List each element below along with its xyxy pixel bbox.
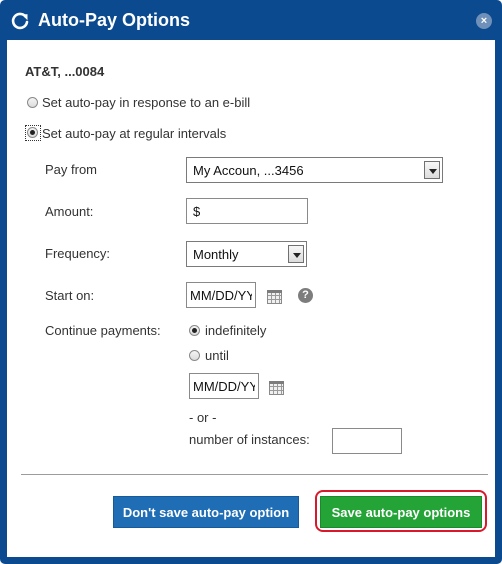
radio-intervals-mode[interactable] — [27, 127, 38, 138]
radio-until[interactable] — [189, 350, 200, 361]
radio-intervals-label: Set auto-pay at regular intervals — [42, 126, 227, 141]
help-icon[interactable]: ? — [298, 288, 313, 303]
radio-indefinitely[interactable] — [189, 325, 200, 336]
divider — [21, 474, 488, 475]
dont-save-button[interactable]: Don't save auto-pay option — [113, 496, 299, 528]
pay-from-select[interactable]: My Accoun, ...3456 — [186, 157, 443, 183]
pay-from-value: My Accoun, ...3456 — [193, 163, 304, 178]
pay-from-label: Pay from — [45, 162, 98, 177]
or-separator: - or - — [189, 410, 217, 425]
instances-label: number of instances: — [189, 432, 310, 447]
continue-payments-label: Continue payments: — [45, 323, 161, 338]
amount-input[interactable] — [186, 198, 308, 224]
radio-ebill-mode[interactable] — [27, 97, 38, 108]
end-date-input[interactable] — [189, 373, 259, 399]
dialog-title: Auto-Pay Options — [38, 10, 190, 30]
frequency-value: Monthly — [193, 247, 239, 262]
start-date-input[interactable] — [186, 282, 256, 308]
close-icon[interactable]: × — [476, 13, 492, 29]
radio-indefinitely-label: indefinitely — [205, 323, 267, 338]
radio-ebill-label: Set auto-pay in response to an e-bill — [42, 95, 251, 110]
frequency-label: Frequency: — [45, 246, 111, 261]
start-on-label: Start on: — [45, 288, 95, 303]
chevron-down-icon — [288, 245, 304, 263]
auto-pay-dialog: Auto-Pay Options × AT&T, ...0084 Set aut… — [0, 0, 502, 564]
frequency-select[interactable]: Monthly — [186, 241, 307, 267]
calendar-icon[interactable] — [267, 290, 282, 304]
save-button[interactable]: Save auto-pay options — [320, 496, 482, 528]
refresh-icon — [11, 12, 29, 30]
account-name: AT&T, ...0084 — [25, 64, 105, 79]
dialog-body: AT&T, ...0084 Set auto-pay in response t… — [7, 40, 495, 557]
radio-until-label: until — [205, 348, 229, 363]
amount-label: Amount: — [45, 204, 94, 219]
dialog-titlebar: Auto-Pay Options × — [0, 0, 502, 40]
chevron-down-icon — [424, 161, 440, 179]
calendar-icon[interactable] — [269, 381, 284, 395]
instances-input[interactable] — [332, 428, 402, 454]
